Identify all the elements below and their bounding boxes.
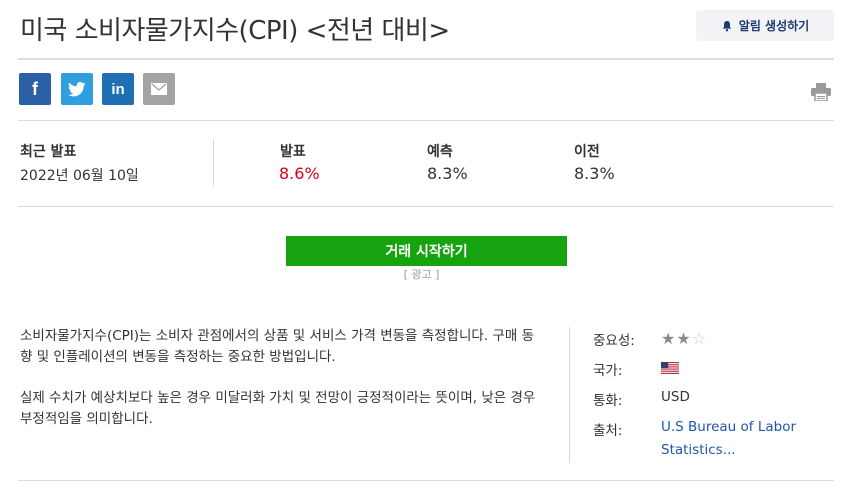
- linkedin-icon: in: [111, 80, 125, 98]
- create-alert-label: 알림 생성하기: [738, 19, 810, 33]
- latest-release-date: 2022년 06월 10일: [20, 168, 139, 184]
- previous-value: 8.3%: [574, 164, 615, 183]
- stats-divider: [213, 139, 214, 186]
- source-link[interactable]: U.S Bureau of Labor Statistics...: [661, 416, 831, 462]
- bell-icon: [722, 20, 731, 31]
- currency-value: USD: [661, 389, 690, 405]
- twitter-share-button[interactable]: [61, 73, 93, 105]
- forecast-value: 8.3%: [427, 164, 468, 183]
- page-title: 미국 소비자물가지수(CPI) <전년 대비>: [20, 16, 450, 46]
- actual-label: 발표: [280, 144, 306, 160]
- linkedin-share-button[interactable]: in: [102, 73, 134, 105]
- email-share-button[interactable]: [143, 73, 175, 105]
- stats-bottom-divider: [18, 206, 834, 207]
- star-empty-icon: ☆: [691, 329, 707, 348]
- previous-label: 이전: [574, 144, 600, 160]
- actual-value: 8.6%: [279, 164, 320, 183]
- header-divider: [18, 58, 834, 60]
- country-label: 국가:: [593, 363, 623, 379]
- latest-release-label: 최근 발표: [20, 144, 77, 160]
- share-divider: [18, 120, 834, 121]
- description-paragraph-1: 소비자물가지수(CPI)는 소비자 관점에서의 상품 및 서비스 가격 변동을 …: [20, 328, 534, 365]
- facebook-share-button[interactable]: f: [19, 73, 51, 105]
- meta-divider: [569, 327, 570, 463]
- twitter-icon: [68, 81, 86, 96]
- create-alert-button[interactable]: 알림 생성하기: [696, 10, 834, 41]
- importance-stars: ★ ★ ☆: [661, 331, 706, 347]
- currency-label: 통화:: [593, 393, 623, 409]
- forecast-label: 예측: [427, 144, 453, 160]
- star-filled-icon: ★: [676, 329, 691, 348]
- importance-label: 중요성:: [593, 333, 635, 349]
- facebook-icon: f: [32, 78, 38, 99]
- ad-label: [ 광고 ]: [403, 268, 440, 281]
- start-trading-button[interactable]: 거래 시작하기: [286, 236, 567, 266]
- mail-icon: [151, 83, 167, 95]
- star-filled-icon: ★: [661, 329, 676, 348]
- print-icon[interactable]: [811, 83, 831, 101]
- description-paragraph-2: 실제 수치가 예상치보다 높은 경우 미달러화 가치 및 전망이 긍정적이라는 …: [20, 390, 536, 427]
- source-label: 출처:: [593, 423, 623, 439]
- us-flag-icon: [661, 362, 679, 374]
- bottom-divider: [18, 480, 834, 481]
